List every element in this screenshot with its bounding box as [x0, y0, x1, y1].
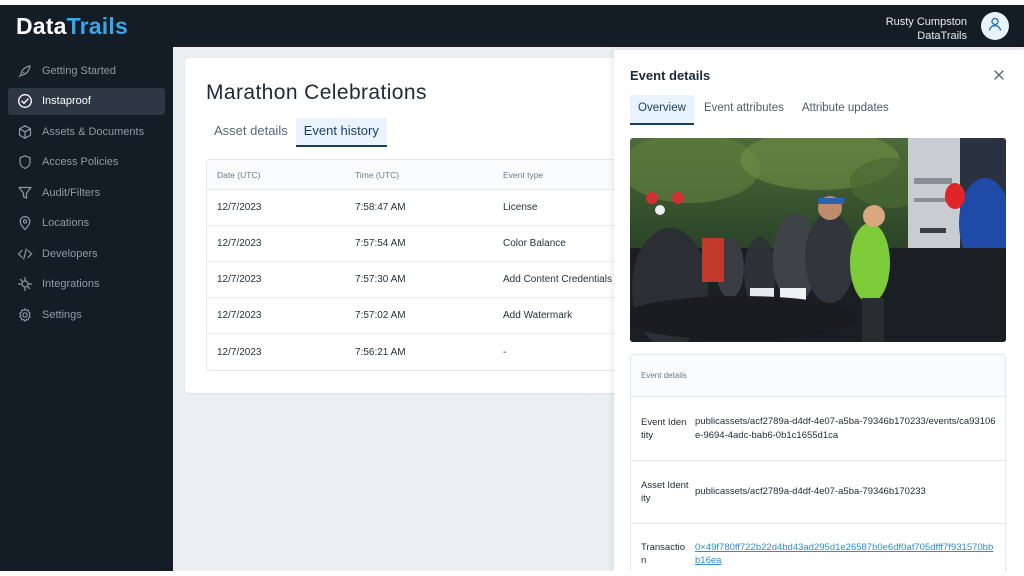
- table-row[interactable]: 12/7/2023 7:56:21 AM -: [207, 334, 635, 370]
- cell-date: 12/7/2023: [217, 274, 262, 285]
- top-bar: DataTrails Rusty Cumpston DataTrails: [0, 5, 1024, 47]
- sidebar-item-settings[interactable]: Settings: [8, 301, 165, 328]
- table-row[interactable]: 12/7/2023 7:57:30 AM Add Content Credent…: [207, 262, 635, 298]
- event-details-panel: Event details Overview Event attributes …: [614, 50, 1024, 571]
- filter-icon: [16, 184, 34, 202]
- sidebar-item-label: Settings: [42, 308, 82, 321]
- cell-time: 7:57:30 AM: [355, 274, 406, 285]
- sidebar-item-integrations[interactable]: Integrations: [8, 271, 165, 298]
- transaction-link[interactable]: 0×49f780ff722b22d4bd43ad295d1e26587b0e6d…: [695, 542, 993, 567]
- cube-icon: [16, 123, 34, 141]
- event-details-table: Event details Event Identity publicasset…: [630, 354, 1006, 571]
- cell-time: 7:57:02 AM: [355, 310, 406, 321]
- table-row[interactable]: 12/7/2023 7:57:02 AM Add Watermark: [207, 298, 635, 334]
- rocket-icon: [16, 62, 34, 80]
- asset-card: Marathon Celebrations Asset details Even…: [185, 58, 635, 393]
- sidebar-item-audit-filters[interactable]: Audit/Filters: [8, 179, 165, 206]
- user-avatar[interactable]: [981, 12, 1009, 40]
- event-history-table: Date (UTC) Time (UTC) Event type 12/7/20…: [206, 159, 635, 371]
- logo-text-part1: Data: [16, 13, 67, 39]
- tab-attribute-updates[interactable]: Attribute updates: [794, 95, 897, 125]
- user-info[interactable]: Rusty Cumpston DataTrails: [886, 15, 967, 43]
- column-header-date[interactable]: Date (UTC): [207, 170, 345, 180]
- datatrails-logo[interactable]: DataTrails: [16, 13, 128, 40]
- detail-row-transaction: Transaction 0×49f780ff722b22d4bd43ad295d…: [631, 524, 1005, 571]
- shield-icon: [16, 153, 34, 171]
- detail-key: Asset Identity: [641, 480, 689, 504]
- location-pin-icon: [16, 214, 34, 232]
- user-icon: [987, 16, 1003, 37]
- sidebar-item-assets-documents[interactable]: Assets & Documents: [8, 118, 165, 145]
- integrations-icon: [16, 275, 34, 293]
- sidebar-item-label: Locations: [42, 217, 90, 229]
- cell-time: 7:58:47 AM: [355, 202, 406, 213]
- close-icon: [992, 69, 1006, 86]
- sidebar: Getting Started Instaproof Assets & Docu…: [0, 47, 173, 571]
- cell-time: 7:56:21 AM: [355, 346, 406, 358]
- sidebar-item-locations[interactable]: Locations: [8, 210, 165, 237]
- table-row[interactable]: 12/7/2023 7:57:54 AM Color Balance: [207, 226, 635, 262]
- tab-event-attributes[interactable]: Event attributes: [696, 95, 792, 125]
- event-photo[interactable]: [630, 138, 1006, 342]
- sidebar-item-access-policies[interactable]: Access Policies: [8, 149, 165, 176]
- code-icon: [16, 245, 34, 263]
- user-org: DataTrails: [917, 30, 967, 42]
- check-circle-icon: [16, 92, 34, 110]
- sidebar-item-label: Getting Started: [42, 64, 116, 77]
- sidebar-item-label: Instaproof: [42, 95, 91, 107]
- app-window: DataTrails Rusty Cumpston DataTrails Get…: [0, 5, 1024, 571]
- sidebar-item-developers[interactable]: Developers: [8, 240, 165, 267]
- sidebar-item-label: Integrations: [42, 278, 100, 290]
- panel-tabs: Overview Event attributes Attribute upda…: [630, 95, 899, 125]
- cell-date: 12/7/2023: [217, 346, 262, 358]
- detail-key: Transaction: [641, 542, 685, 566]
- cell-date: 12/7/2023: [217, 238, 262, 249]
- panel-title: Event details: [630, 68, 711, 83]
- detail-value: publicassets/acf2789a-d4df-4e07-a5ba-793…: [695, 486, 926, 498]
- cell-time: 7:57:54 AM: [355, 238, 406, 249]
- detail-value: publicassets/acf2789a-d4df-4e07-a5ba-793…: [695, 416, 996, 441]
- cell-date: 12/7/2023: [217, 202, 262, 213]
- sidebar-item-label: Audit/Filters: [42, 186, 101, 199]
- tab-event-history[interactable]: Event history: [295, 118, 387, 147]
- details-header-row: Event details: [631, 355, 1005, 397]
- sidebar-item-label: Access Policies: [42, 156, 119, 168]
- gear-icon: [16, 306, 34, 324]
- sidebar-item-getting-started[interactable]: Getting Started: [8, 57, 165, 84]
- page-title: Marathon Celebrations: [206, 81, 427, 104]
- detail-row-event-identity: Event Identity publicassets/acf2789a-d4d…: [631, 397, 1005, 461]
- column-header-time[interactable]: Time (UTC): [345, 170, 493, 180]
- tab-overview[interactable]: Overview: [630, 95, 694, 125]
- logo-text-part2: Trails: [66, 13, 128, 39]
- detail-row-asset-identity: Asset Identity publicassets/acf2789a-d4d…: [631, 461, 1005, 524]
- table-header: Date (UTC) Time (UTC) Event type: [207, 160, 635, 190]
- tab-asset-details[interactable]: Asset details: [206, 118, 296, 147]
- sidebar-item-label: Assets & Documents: [42, 125, 145, 138]
- detail-key: Event Identity: [641, 416, 687, 441]
- details-header-label: Event details: [641, 371, 687, 380]
- sidebar-item-instaproof[interactable]: Instaproof: [8, 87, 165, 115]
- sidebar-item-label: Developers: [42, 247, 98, 260]
- table-row[interactable]: 12/7/2023 7:58:47 AM License: [207, 190, 635, 226]
- cell-date: 12/7/2023: [217, 310, 262, 321]
- close-button[interactable]: [992, 68, 1006, 82]
- user-name: Rusty Cumpston: [885, 16, 967, 28]
- asset-tabs: Asset details Event history: [206, 118, 387, 147]
